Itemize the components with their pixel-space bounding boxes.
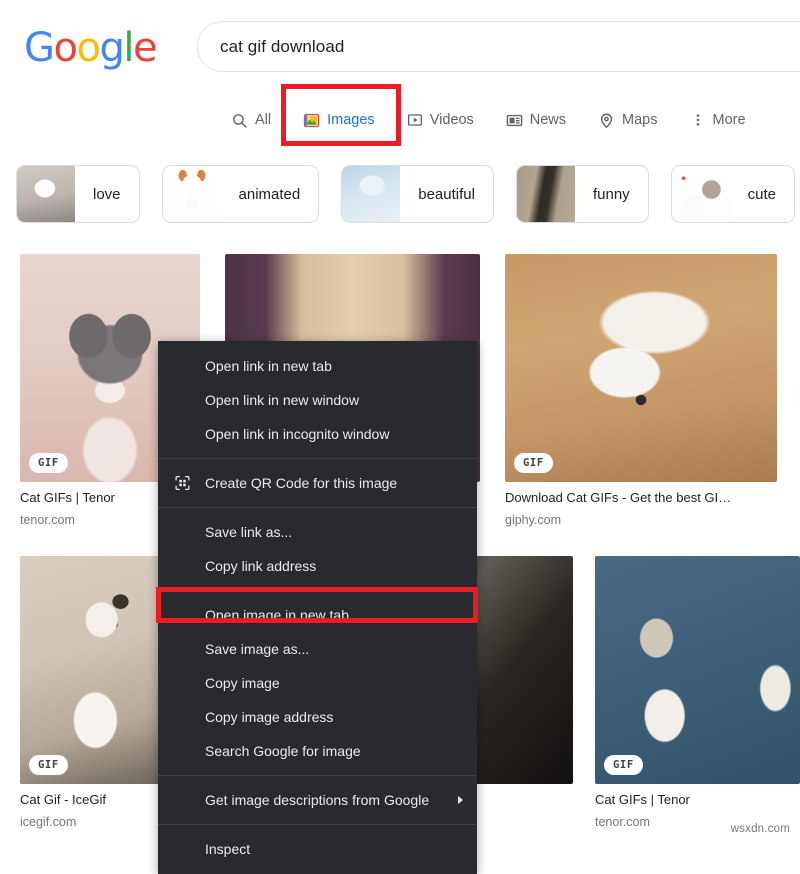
logo-letter-l: l [123, 25, 134, 71]
chip-funny[interactable]: funny [515, 165, 649, 223]
tab-all[interactable]: All [215, 103, 287, 137]
menu-item-label: Open link in incognito window [205, 426, 390, 442]
result-thumbnail[interactable]: GIF [20, 556, 177, 784]
chip-thumbnail [17, 166, 75, 222]
menu-item-create-qr-code[interactable]: Create QR Code for this image [158, 466, 477, 500]
chip-love[interactable]: love [16, 165, 140, 223]
logo-letter-g1: G [24, 25, 55, 71]
tab-news-label: News [529, 111, 567, 128]
tab-all-label: All [255, 111, 272, 128]
search-tabs: All Images Videos News Maps More [215, 103, 762, 137]
tab-videos-label: Videos [429, 111, 474, 128]
images-icon [303, 112, 320, 129]
search-header: Google cat gif download All Images Video… [0, 0, 800, 148]
tab-maps-label: Maps [622, 111, 658, 128]
gif-badge: GIF [29, 755, 68, 775]
menu-item-label: Open link in new window [205, 392, 360, 408]
chip-label: animated [238, 185, 301, 203]
menu-item-label: Search Google for image [205, 743, 361, 759]
menu-item-label: Save image as... [205, 641, 310, 657]
logo-letter-e: e [132, 25, 158, 71]
related-search-chips: love animated beautiful funny cute [0, 165, 800, 227]
more-vertical-icon [690, 112, 706, 128]
menu-separator [158, 458, 477, 459]
menu-item-save-image-as[interactable]: Save image as... [158, 632, 477, 666]
chip-label: cute [747, 185, 777, 203]
menu-item-label: Save link as... [205, 524, 293, 540]
search-box[interactable]: cat gif download [197, 21, 800, 72]
menu-item-save-link-as[interactable]: Save link as... [158, 515, 477, 549]
menu-item-copy-image-address[interactable]: Copy image address [158, 700, 477, 734]
tab-maps[interactable]: Maps [582, 103, 673, 137]
gif-badge: GIF [29, 453, 68, 473]
chip-beautiful[interactable]: beautiful [341, 165, 494, 223]
video-icon [407, 112, 423, 128]
chip-thumbnail [671, 166, 730, 222]
qr-code-icon [174, 475, 191, 492]
browser-context-menu: Open link in new tab Open link in new wi… [158, 341, 477, 874]
result-thumbnail[interactable]: GIF [595, 556, 800, 784]
logo-letter-g2: g [99, 25, 124, 71]
gif-badge: GIF [604, 755, 643, 775]
result-thumbnail[interactable]: GIF [505, 254, 777, 482]
chip-label: love [93, 185, 121, 203]
chip-thumbnail [342, 166, 401, 222]
tab-images[interactable]: Images [287, 103, 391, 137]
menu-item-copy-image[interactable]: Copy image [158, 666, 477, 700]
menu-item-label: Copy image [205, 675, 280, 691]
menu-item-label: Copy image address [205, 709, 334, 725]
chip-thumbnail [516, 166, 575, 222]
menu-item-label: Get image descriptions from Google [205, 792, 430, 808]
image-result-card[interactable]: GIF Cat Gif - IceGif icegif.com [20, 556, 177, 829]
menu-item-label: Open image in new tab [205, 607, 349, 623]
menu-item-search-google-for-image[interactable]: Search Google for image [158, 734, 477, 768]
news-icon [506, 112, 523, 129]
chip-label: beautiful [418, 185, 475, 203]
map-pin-icon [598, 112, 615, 129]
search-icon [231, 112, 248, 129]
search-input[interactable]: cat gif download [220, 37, 344, 57]
logo-letter-o2: o [76, 25, 100, 71]
result-title[interactable]: Download Cat GIFs - Get the best GI… [505, 490, 777, 505]
menu-separator [158, 507, 477, 508]
active-tab-underline [283, 143, 401, 146]
logo-letter-o1: o [53, 25, 78, 71]
tab-images-label: Images [327, 111, 375, 128]
tab-more[interactable]: More [674, 103, 762, 137]
menu-item-open-link-new-window[interactable]: Open link in new window [158, 383, 477, 417]
menu-separator [158, 590, 477, 591]
menu-item-get-image-descriptions[interactable]: Get image descriptions from Google [158, 783, 477, 817]
tab-more-label: More [712, 111, 746, 128]
result-title[interactable]: Cat GIFs | Tenor [595, 792, 800, 807]
tab-news[interactable]: News [490, 103, 582, 137]
chip-label: funny [592, 185, 630, 203]
result-domain: giphy.com [505, 513, 562, 527]
image-result-card[interactable]: GIF Cat GIFs | Tenor tenor.com [595, 556, 800, 829]
chevron-right-icon [458, 796, 463, 804]
menu-item-open-link-new-tab[interactable]: Open link in new tab [158, 349, 477, 383]
menu-item-open-image-new-tab[interactable]: Open image in new tab [158, 598, 477, 632]
menu-separator [158, 775, 477, 776]
google-logo[interactable]: Google [24, 25, 158, 71]
chip-cute[interactable]: cute [670, 165, 796, 223]
result-title[interactable]: Cat Gif - IceGif [20, 792, 177, 807]
menu-item-copy-link-address[interactable]: Copy link address [158, 549, 477, 583]
tab-videos[interactable]: Videos [391, 103, 490, 137]
result-domain: icegif.com [20, 815, 77, 829]
menu-item-inspect[interactable]: Inspect [158, 832, 477, 866]
menu-item-label: Inspect [205, 841, 251, 857]
menu-item-open-link-incognito[interactable]: Open link in incognito window [158, 417, 477, 451]
menu-item-label: Copy link address [205, 558, 317, 574]
gif-badge: GIF [514, 453, 553, 473]
watermark: wsxdn.com [730, 823, 790, 835]
image-result-card[interactable]: GIF Download Cat GIFs - Get the best GI…… [505, 254, 777, 527]
menu-separator [158, 824, 477, 825]
menu-item-label: Open link in new tab [205, 358, 332, 374]
chip-thumbnail [162, 166, 221, 222]
menu-item-label: Create QR Code for this image [205, 475, 398, 491]
chip-animated[interactable]: animated [161, 165, 320, 223]
